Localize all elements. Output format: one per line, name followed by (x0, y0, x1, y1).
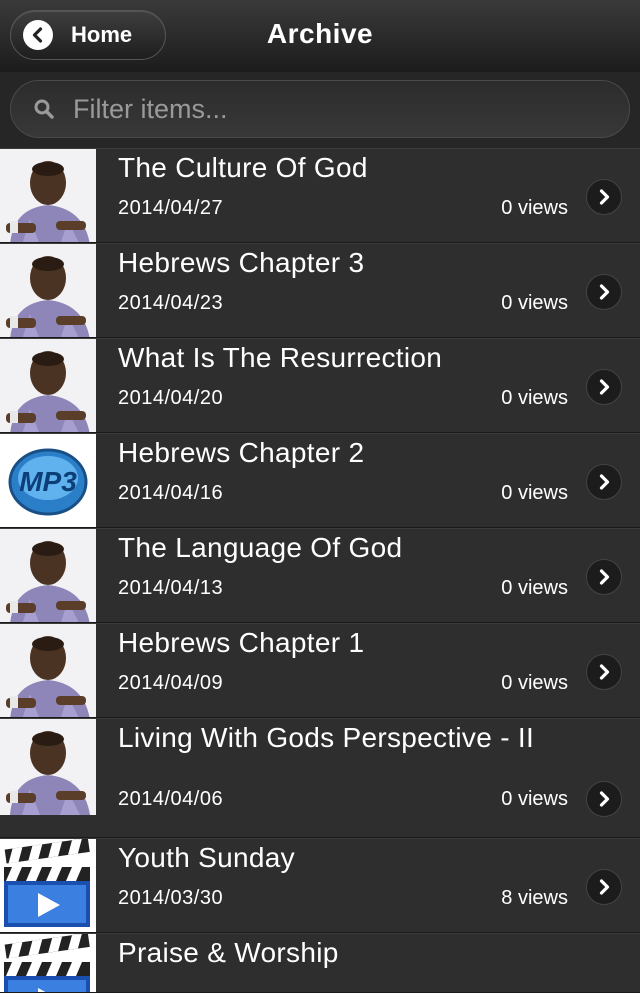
item-views: 0 views (501, 672, 568, 694)
item-date: 2014/04/13 (118, 577, 224, 599)
archive-list: The Culture Of God 2014/04/27 0 views Hebr… (0, 148, 640, 993)
item-title: Hebrews Chapter 2 (118, 437, 365, 468)
list-item[interactable]: Hebrews Chapter 1 2014/04/09 0 views (0, 623, 640, 718)
item-title: The Language Of God (118, 532, 403, 563)
item-date: 2014/04/23 (118, 292, 224, 314)
thumbnail-photo (0, 244, 96, 337)
navigation-bar: Home Archive (0, 0, 640, 73)
item-views: 0 views (501, 292, 568, 314)
search-input[interactable] (71, 92, 595, 126)
list-item[interactable]: Living With Gods Perspective - II 2014/04… (0, 718, 640, 838)
video-clapper-icon (0, 839, 96, 932)
list-item[interactable]: MP3 Hebrews Chapter 2 2014/04/16 0 views (0, 433, 640, 528)
thumbnail-photo (0, 624, 96, 717)
item-views: 0 views (501, 788, 568, 810)
item-date: 2014/04/16 (118, 482, 224, 504)
item-title: Praise & Worship (118, 937, 339, 968)
item-title: Living With Gods Perspective - II (118, 722, 535, 753)
item-title: Youth Sunday (118, 842, 295, 873)
chevron-right-icon[interactable] (586, 653, 622, 690)
list-item[interactable]: Youth Sunday 2014/03/30 8 views (0, 838, 640, 933)
list-item[interactable]: Praise & Worship (0, 933, 640, 993)
item-date: 2014/04/09 (118, 672, 224, 694)
thumbnail-photo (0, 719, 96, 837)
item-date: 2014/04/06 (118, 788, 224, 810)
item-views: 0 views (501, 197, 568, 219)
search-icon (33, 98, 55, 120)
thumbnail-photo (0, 149, 96, 242)
item-title: Hebrews Chapter 3 (118, 247, 365, 278)
svg-text:MP3: MP3 (19, 466, 77, 497)
item-views: 0 views (501, 577, 568, 599)
item-title: Hebrews Chapter 1 (118, 627, 365, 658)
item-views: 8 views (501, 887, 568, 909)
list-item[interactable]: Hebrews Chapter 3 2014/04/23 0 views (0, 243, 640, 338)
search-bar (0, 72, 640, 148)
item-date: 2014/04/20 (118, 387, 224, 409)
chevron-right-icon[interactable] (586, 558, 622, 595)
chevron-right-icon[interactable] (586, 178, 622, 215)
thumbnail-photo (0, 529, 96, 622)
item-date: 2014/03/30 (118, 887, 224, 909)
item-views: 0 views (501, 482, 568, 504)
item-views: 0 views (501, 387, 568, 409)
chevron-right-icon[interactable] (586, 273, 622, 310)
item-date: 2014/04/27 (118, 197, 224, 219)
chevron-right-icon[interactable] (586, 463, 622, 500)
search-field[interactable] (10, 80, 630, 138)
chevron-right-icon[interactable] (586, 868, 622, 905)
page-title: Archive (266, 18, 374, 49)
thumbnail-photo (0, 339, 96, 432)
item-title: The Culture Of God (118, 152, 368, 183)
chevron-right-icon[interactable] (586, 368, 622, 405)
list-item[interactable]: The Language Of God 2014/04/13 0 views (0, 528, 640, 623)
list-item[interactable]: What Is The Resurrection 2014/04/20 0 view… (0, 338, 640, 433)
list-item[interactable]: The Culture Of God 2014/04/27 0 views (0, 148, 640, 243)
item-title: What Is The Resurrection (118, 342, 443, 373)
chevron-right-icon[interactable] (586, 781, 622, 817)
mp3-icon: MP3 (0, 434, 96, 527)
video-clapper-icon (0, 934, 96, 992)
